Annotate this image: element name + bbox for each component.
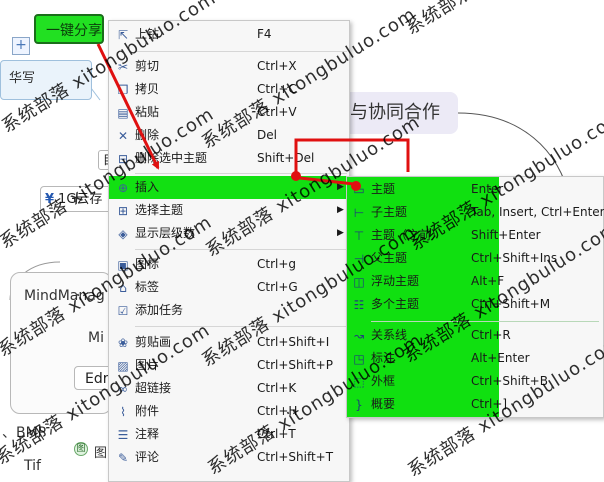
watermark-layer: 系统部落 xitongbuluo.com 系统部落 xitongbuluo.co… <box>0 0 604 476</box>
watermark: 系统部落 xitongbuluo.com <box>400 217 604 368</box>
watermark: 系统部落 xitongbuluo.com <box>404 331 604 476</box>
watermark: 系统部落 xitongbuluo.com <box>202 111 424 262</box>
watermark: 系统部落 xitongbuluo.com <box>406 105 604 256</box>
watermark: 系统部落 xitongbuluo.com <box>198 221 420 372</box>
watermark: 系统部落 xitongbuluo.com <box>0 0 220 138</box>
watermark: 系统部落 xitongbuluo.com <box>0 103 218 254</box>
watermark: 系统部落 xitongbuluo.com <box>204 329 426 476</box>
watermark: 系统部落 xitongbuluo.com <box>0 211 216 362</box>
watermark: 系统部落 xitongbuluo.com <box>0 319 214 470</box>
watermark: 系统部落 xitongbuluo.com <box>198 3 420 154</box>
watermark: 系统部落 xitongbuluo.com <box>402 0 478 40</box>
